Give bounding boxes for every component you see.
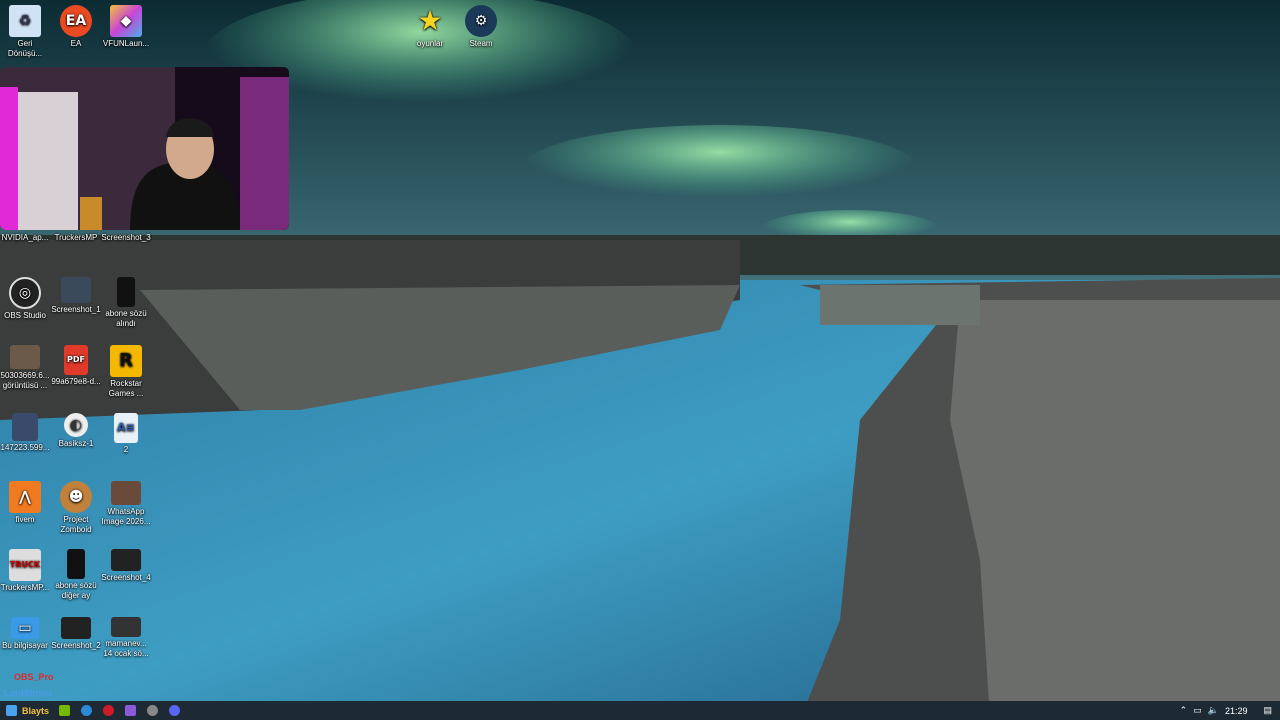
- desktop-icon-rockstar-games[interactable]: R Rockstar Games ...: [101, 345, 151, 399]
- desktop-icon-obs-studio[interactable]: ◎ OBS Studio: [0, 277, 50, 321]
- desktop-icon-recycle-bin[interactable]: ♻ Geri Dönüşü...: [0, 5, 50, 59]
- stream-overlay-text-3: Blayts: [22, 705, 50, 716]
- desktop-icon-pdf[interactable]: PDF 99a679e8-d...: [51, 345, 101, 387]
- stream-overlay-text-1: OBS_Pro: [14, 672, 54, 682]
- desktop-icon-text-document-2[interactable]: A≡ 2: [101, 413, 151, 455]
- image-file-icon: [117, 277, 135, 307]
- discord-icon: [168, 705, 180, 716]
- volume-icon[interactable]: 🔈: [1208, 705, 1219, 716]
- stream-overlay-text-2: LordSinyor: [4, 688, 53, 698]
- desktop-icon-this-pc[interactable]: ▭ Bu bilgisayar: [0, 617, 50, 651]
- nvidia-icon: [58, 705, 70, 716]
- desktop-icon-oyunlar[interactable]: ★ oyunlar: [405, 5, 455, 49]
- desktop-icon-whatsapp-image[interactable]: WhatsApp Image 2026...: [101, 481, 151, 527]
- desktop-icon-image-147223[interactable]: 147223.599...: [0, 413, 50, 453]
- desktop-icon-project-zomboid[interactable]: ☻ Project Zomboid: [51, 481, 101, 535]
- text-document-icon: A≡: [114, 413, 138, 443]
- desktop-icon-nvidia-app[interactable]: NVIDIA_ap...: [0, 233, 50, 243]
- image-file-icon: [10, 345, 40, 369]
- desktop-icon-abone-sozu-alindi[interactable]: abone sözü alındı: [101, 277, 151, 329]
- desktop-icon-screenshot-2[interactable]: Screenshot_2: [51, 617, 101, 651]
- desktop-icon-vfun-launcher[interactable]: ◆ VFUNLaun...: [101, 5, 151, 49]
- this-pc-icon: ▭: [11, 617, 39, 639]
- desktop-icon-screenshot-image[interactable]: 50303669.6... görüntüsü ...: [0, 345, 50, 391]
- image-file-icon: [111, 481, 141, 505]
- notification-icon[interactable]: ▤: [1263, 705, 1272, 716]
- screenshot-file-icon: [111, 549, 141, 571]
- visual-studio-icon: [124, 705, 136, 716]
- desktop-icon-abone-sozu-diger-ay[interactable]: abone sözü diğer ay: [51, 549, 101, 601]
- vfun-launcher-icon: ◆: [110, 5, 142, 37]
- rockstar-games-icon: R: [110, 345, 142, 377]
- app-icon: [102, 705, 114, 716]
- taskbar: Blayts ⌃ ▭ 🔈 21:29 ▤: [0, 701, 1280, 720]
- desktop-icon-truckersmp[interactable]: TruckersMP: [51, 233, 101, 243]
- fivem-icon: ⋀: [9, 481, 41, 513]
- ea-icon: EA: [60, 5, 92, 37]
- taskbar-app[interactable]: [97, 701, 119, 720]
- obs-studio-icon: ◎: [9, 277, 41, 309]
- recycle-bin-icon: ♻: [9, 5, 41, 37]
- truckersmp-icon: TRUCK: [9, 549, 41, 581]
- desktop-icon-mamanev[interactable]: mamanev... 14 ocak sö...: [101, 617, 151, 659]
- pdf-file-icon: PDF: [64, 345, 88, 375]
- start-windows-icon: [5, 705, 17, 716]
- edge-icon: [80, 705, 92, 716]
- desktop-icon-truckersmp-2[interactable]: TRUCK TruckersMP...: [0, 549, 50, 593]
- desktop-icon-steam[interactable]: ⚙ Steam: [456, 5, 506, 49]
- chevron-up-icon[interactable]: ⌃: [1180, 705, 1188, 716]
- desktop-icon-fivem[interactable]: ⋀ fivem: [0, 481, 50, 525]
- steam-icon: ⚙: [465, 5, 497, 37]
- desktop-icon-screenshot-4[interactable]: Screenshot_4: [101, 549, 151, 583]
- project-zomboid-icon: ☻: [60, 481, 92, 513]
- taskbar-edge[interactable]: [75, 701, 97, 720]
- taskbar-nvidia[interactable]: [53, 701, 75, 720]
- taskbar-obs[interactable]: [141, 701, 163, 720]
- system-tray: ⌃ ▭ 🔈 21:29 ▤: [1180, 701, 1280, 720]
- webcam-overlay: [0, 67, 289, 230]
- app-shortcut-icon: ◐: [64, 413, 88, 437]
- image-file-icon: [111, 617, 141, 637]
- image-file-icon: [12, 413, 38, 441]
- start-button[interactable]: [0, 701, 22, 720]
- network-icon[interactable]: ▭: [1193, 705, 1202, 716]
- star-folder-icon: ★: [417, 4, 443, 37]
- desktop-icon-basiksz[interactable]: ◐ Basiksz-1: [51, 413, 101, 449]
- webcam-feed-image: [0, 67, 289, 230]
- taskbar-visual-studio[interactable]: [119, 701, 141, 720]
- desktop-icon-screenshot-1[interactable]: Screenshot_1: [51, 277, 101, 315]
- taskbar-discord[interactable]: [163, 701, 185, 720]
- clock[interactable]: 21:29: [1225, 706, 1248, 716]
- obs-icon: [146, 705, 158, 716]
- screenshot-file-icon: [61, 277, 91, 303]
- screenshot-file-icon: [61, 617, 91, 639]
- desktop-icon-ea[interactable]: EA EA: [51, 5, 101, 49]
- desktop-icon-screenshot-3[interactable]: Screenshot_3: [101, 233, 151, 243]
- image-file-icon: [67, 549, 85, 579]
